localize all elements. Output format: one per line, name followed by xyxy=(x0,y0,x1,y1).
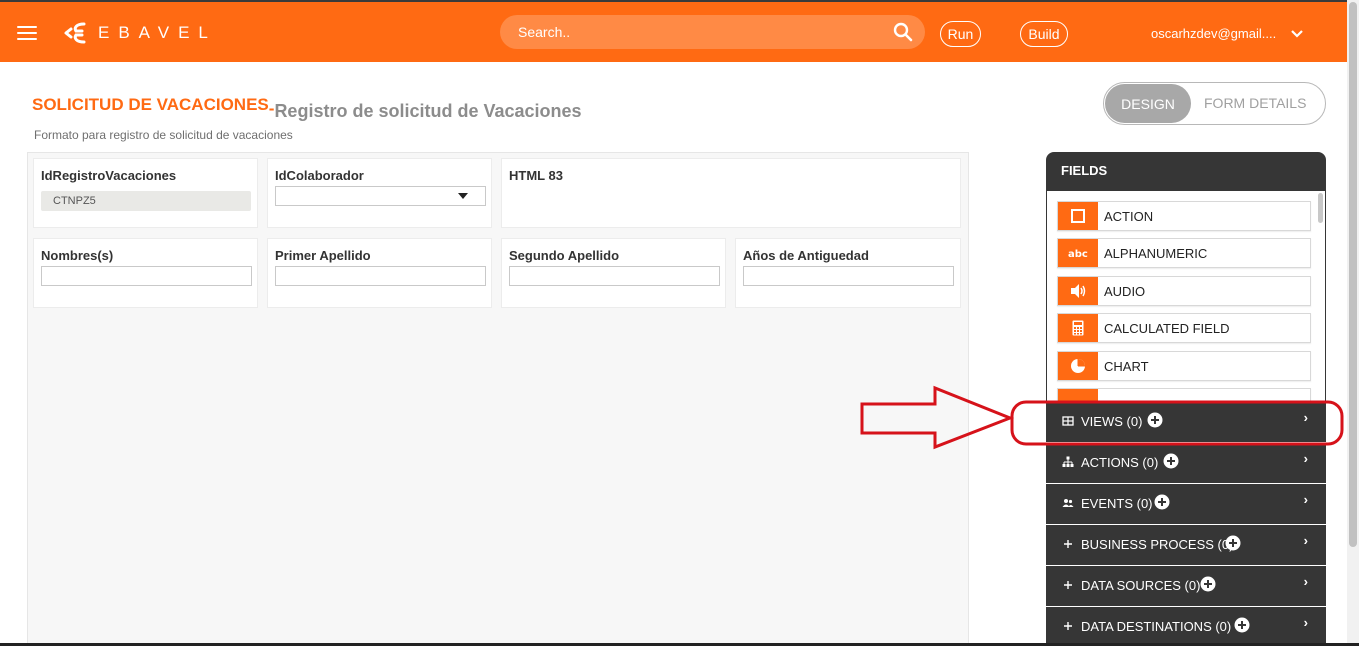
field-type-chart[interactable]: CHART xyxy=(1057,351,1311,381)
field-type-alphanumeric[interactable]: abc ALPHANUMERIC xyxy=(1057,238,1311,268)
plus-icon xyxy=(1064,622,1072,630)
chevron-right-icon[interactable]: › xyxy=(1304,492,1308,507)
field-label: IdRegistroVacaciones xyxy=(41,168,177,183)
field-type-date[interactable] xyxy=(1057,388,1311,401)
abc-icon: abc xyxy=(1058,239,1098,267)
fields-panel: FIELDS ACTION abc ALPHANUMERIC AUDIO CAL… xyxy=(1046,152,1326,646)
user-menu[interactable]: oscarhzdev@gmail.... xyxy=(1151,26,1304,41)
section-label: ACTIONS (0) xyxy=(1081,455,1159,470)
form-title: SOLICITUD DE VACACIONES xyxy=(32,95,269,114)
anios-antiguedad-input[interactable] xyxy=(743,266,954,286)
ebavel-logo[interactable]: EBAVEL xyxy=(62,20,217,46)
add-event-icon[interactable] xyxy=(1154,494,1170,510)
add-data-destination-icon[interactable] xyxy=(1234,617,1250,633)
field-label: Nombres(s) xyxy=(41,248,114,263)
form-design-canvas: IdRegistroVacaciones CTNPZ5 IdColaborado… xyxy=(27,152,969,646)
field-label: HTML 83 xyxy=(509,168,563,183)
form-details-tab[interactable]: FORM DETAILS xyxy=(1204,95,1306,111)
field-card-nombres[interactable]: Nombres(s) xyxy=(33,238,258,308)
search-input[interactable] xyxy=(518,15,878,49)
section-label: BUSINESS PROCESS (0) xyxy=(1081,537,1234,552)
field-card-primer-apellido[interactable]: Primer Apellido xyxy=(267,238,492,308)
field-type-label: ALPHANUMERIC xyxy=(1104,246,1208,261)
people-icon xyxy=(1062,499,1074,507)
page-scrollbar-thumb[interactable] xyxy=(1349,2,1357,547)
table-icon xyxy=(1062,416,1074,426)
field-type-label: ACTION xyxy=(1104,209,1154,224)
chevron-down-icon[interactable] xyxy=(1290,29,1304,39)
nombres-input[interactable] xyxy=(41,266,252,286)
top-bar: EBAVEL Run Build oscarhzdev@gmail.... xyxy=(0,0,1347,62)
view-mode-toggle: DESIGN FORM DETAILS xyxy=(1103,82,1326,125)
page-scrollbar[interactable] xyxy=(1347,0,1359,646)
primer-apellido-input[interactable] xyxy=(275,266,486,286)
form-description: Formato para registro de solicitud de va… xyxy=(34,128,293,142)
add-business-process-icon[interactable] xyxy=(1225,535,1241,551)
section-data-destinations[interactable]: DATA DESTINATIONS (0) › xyxy=(1046,606,1326,646)
dropdown-arrow-icon xyxy=(458,193,468,199)
field-type-label: CALCULATED FIELD xyxy=(1104,321,1230,336)
chevron-right-icon[interactable]: › xyxy=(1304,574,1308,589)
field-type-audio[interactable]: AUDIO xyxy=(1057,276,1311,306)
add-view-icon[interactable] xyxy=(1147,412,1163,428)
logo-text: EBAVEL xyxy=(98,23,217,42)
calendar-icon xyxy=(1058,389,1098,401)
user-email: oscarhzdev@gmail.... xyxy=(1151,26,1277,41)
build-button[interactable]: Build xyxy=(1020,21,1068,47)
field-card-html83[interactable]: HTML 83 xyxy=(501,158,961,228)
section-views[interactable]: VIEWS (0) › xyxy=(1046,401,1326,441)
field-label: Años de Antiguedad xyxy=(743,248,869,263)
plus-icon xyxy=(1064,581,1072,589)
field-card-segundo-apellido[interactable]: Segundo Apellido xyxy=(501,238,726,308)
plus-icon xyxy=(1064,540,1072,548)
section-label: DATA SOURCES (0) xyxy=(1081,578,1201,593)
menu-icon[interactable] xyxy=(17,26,37,40)
section-business-process[interactable]: BUSINESS PROCESS (0) › xyxy=(1046,524,1326,564)
field-card-anios-antiguedad[interactable]: Años de Antiguedad xyxy=(735,238,961,308)
section-data-sources[interactable]: DATA SOURCES (0) › xyxy=(1046,565,1326,605)
section-label: EVENTS (0) xyxy=(1081,496,1153,511)
add-data-source-icon[interactable] xyxy=(1200,576,1216,592)
calculator-icon xyxy=(1058,314,1098,342)
fields-list: ACTION abc ALPHANUMERIC AUDIO CALCULATED… xyxy=(1047,191,1325,401)
fields-scrollbar[interactable] xyxy=(1318,193,1323,223)
design-tab[interactable]: DESIGN xyxy=(1105,84,1191,123)
chevron-right-icon[interactable]: › xyxy=(1304,533,1308,548)
field-label: Primer Apellido xyxy=(275,248,371,263)
form-subtitle: Registro de solicitud de Vacaciones xyxy=(274,101,582,121)
field-card-idcolaborador[interactable]: IdColaborador xyxy=(267,158,492,228)
fields-panel-title: FIELDS xyxy=(1061,163,1108,178)
run-button[interactable]: Run xyxy=(940,21,981,47)
colaborador-select[interactable] xyxy=(275,186,486,206)
pie-chart-icon xyxy=(1058,352,1098,380)
chevron-right-icon[interactable]: › xyxy=(1304,615,1308,630)
field-card-idregistro[interactable]: IdRegistroVacaciones CTNPZ5 xyxy=(33,158,258,228)
speaker-icon xyxy=(1058,277,1098,305)
search-box[interactable] xyxy=(500,15,925,49)
search-icon[interactable] xyxy=(893,22,913,42)
hierarchy-icon xyxy=(1062,456,1074,467)
square-outline-icon xyxy=(1058,202,1098,230)
segundo-apellido-input[interactable] xyxy=(509,266,720,286)
field-type-label: CHART xyxy=(1104,359,1149,374)
chevron-right-icon[interactable]: › xyxy=(1304,451,1308,466)
readonly-value: CTNPZ5 xyxy=(41,191,251,211)
add-action-icon[interactable] xyxy=(1163,453,1179,469)
ebavel-logo-icon xyxy=(64,22,86,44)
field-type-action[interactable]: ACTION xyxy=(1057,201,1311,231)
section-label: VIEWS (0) xyxy=(1081,414,1143,429)
section-label: DATA DESTINATIONS (0) xyxy=(1081,619,1232,634)
field-label: IdColaborador xyxy=(275,168,364,183)
section-actions[interactable]: ACTIONS (0) › xyxy=(1046,442,1326,482)
chevron-right-icon[interactable]: › xyxy=(1304,410,1308,425)
svg-text:abc: abc xyxy=(1068,249,1088,260)
section-events[interactable]: EVENTS (0) › xyxy=(1046,483,1326,523)
field-type-label: AUDIO xyxy=(1104,284,1146,299)
page-title: SOLICITUD DE VACACIONES - Registro de so… xyxy=(32,94,582,121)
field-label: Segundo Apellido xyxy=(509,248,620,263)
field-type-calculated[interactable]: CALCULATED FIELD xyxy=(1057,313,1311,343)
